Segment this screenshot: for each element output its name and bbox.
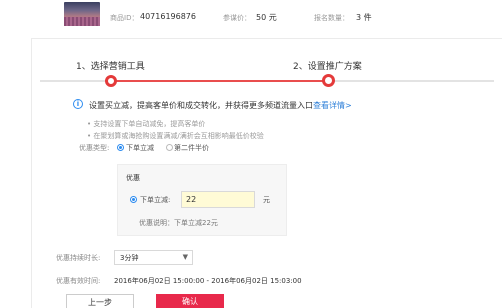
amount-unit: 元 [263, 196, 270, 204]
details-link[interactable]: 查看详情> [313, 101, 352, 110]
step-track-start [40, 80, 106, 82]
step-track-end [334, 80, 494, 82]
chevron-down-icon: ▼ [182, 253, 188, 261]
radio-instant-discount-label[interactable]: 下单立减 [126, 143, 154, 153]
tip-bullet-2: • 在聚划算或海抢购设置满减/满折会互相影响最低价校验 [87, 132, 264, 140]
radio-second-half-price[interactable] [166, 144, 173, 151]
confirm-button[interactable]: 确认 [156, 294, 224, 308]
product-id-label: 商品ID： [110, 14, 139, 22]
price-label: 参谋价： [223, 14, 251, 22]
discount-type-label: 优惠类型: [79, 144, 110, 152]
signup-count-value: 3 件 [356, 13, 372, 22]
previous-step-button[interactable]: 上一步 [66, 294, 134, 308]
info-description: 设置买立减，提高客单价和成交转化，并获得更多频道流量入口 [89, 101, 313, 110]
discount-amount-input[interactable]: 22 [181, 191, 255, 208]
step-1-label: 1、选择营销工具 [76, 62, 145, 72]
step-1-dot[interactable] [105, 75, 117, 87]
offer-box-title: 优惠 [126, 174, 140, 182]
step-progress-line [112, 80, 325, 82]
signup-count-label: 报名数量： [314, 14, 349, 22]
duration-label: 优惠持续时长: [56, 254, 101, 262]
step-2-label: 2、设置推广方案 [293, 62, 362, 72]
product-thumbnail [64, 2, 100, 26]
product-id-value: 40716196876 [140, 12, 196, 21]
price-value: 50 元 [256, 13, 277, 22]
product-bar: 商品ID： 40716196876 参谋价： 50 元 报名数量： 3 件 [0, 0, 502, 36]
radio-second-half-price-label[interactable]: 第二件半价 [174, 143, 209, 153]
duration-value: 3分钟 [120, 254, 139, 262]
offer-explanation: 优惠说明：下单立减22元 [139, 219, 218, 227]
tip-bullet-1: • 支持设置下单自动减免，提高客单价 [87, 120, 206, 128]
info-circle-icon: i [73, 99, 83, 109]
duration-select[interactable]: 3分钟 ▼ [114, 250, 193, 265]
step-2-dot[interactable] [322, 74, 335, 87]
validity-period: 2016年06月02日 15:00:00 - 2016年06月02日 15:03… [114, 277, 302, 285]
validity-label: 优惠有效时间: [56, 277, 101, 285]
radio-instant-discount[interactable] [117, 144, 124, 151]
radio-offer-instant[interactable] [130, 196, 137, 203]
info-text: 设置买立减，提高客单价和成交转化，并获得更多频道流量入口查看详情> [89, 100, 352, 111]
offer-option-label[interactable]: 下单立减: [140, 195, 170, 205]
